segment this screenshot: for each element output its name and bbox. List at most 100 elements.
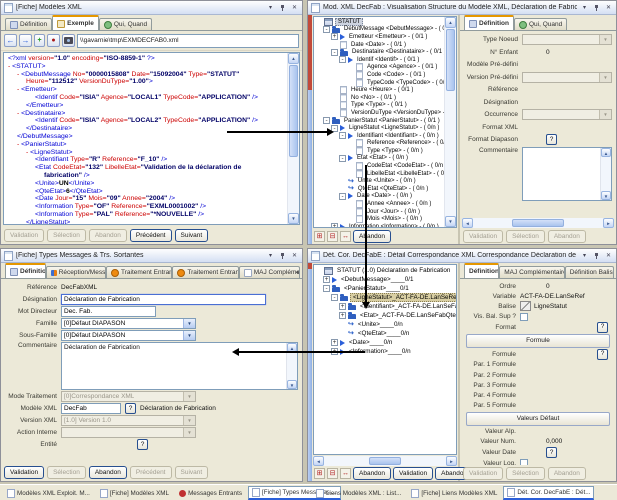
- tab-r-ception-message[interactable]: Réception/Message: [46, 266, 106, 278]
- tree-item[interactable]: -<LigneStatut>_ACT-FA-DE.LanSeRef_C__0/n: [314, 293, 456, 302]
- vis-bal-sup-checkbox[interactable]: [520, 313, 528, 321]
- scroll-right-icon[interactable]: ►: [603, 218, 614, 228]
- taskbar-item-mod-les-xml-exploit-m[interactable]: Modèles XML Exploit. M...: [3, 487, 94, 500]
- expand-toggle-icon[interactable]: -: [323, 26, 330, 33]
- scroll-right-icon[interactable]: ►: [446, 456, 457, 466]
- tree-item[interactable]: -Identif <Identif> - ( 0/1 ): [314, 56, 444, 64]
- tree-item[interactable]: ↪QteEtat <QteEtat> - ( 0/n ): [314, 185, 444, 193]
- validation-button[interactable]: Validation: [4, 466, 44, 479]
- famille-select[interactable]: [0]Défaut DIAPASON▼: [61, 318, 196, 329]
- tree-item[interactable]: Date <Date> - ( 0/1 ): [314, 41, 444, 49]
- tree-item[interactable]: CodeEtat <CodeEtat> - ( 0/n ): [314, 162, 444, 170]
- format-diapason-lookup-button[interactable]: ?: [546, 134, 557, 145]
- expand-toggle-icon[interactable]: +: [331, 339, 338, 346]
- expand-toggle-icon[interactable]: -: [339, 56, 346, 63]
- scroll-left-icon[interactable]: ◄: [462, 218, 473, 228]
- tree-item[interactable]: Mois <Mois> - ( 0/n ): [314, 215, 444, 223]
- abandon-button[interactable]: Abandon: [89, 466, 127, 479]
- commentaire-textarea[interactable]: Déclaration de Fabrication: [62, 343, 286, 389]
- tree-item[interactable]: Jour <Jour> - ( 0/n ): [314, 208, 444, 216]
- expand-toggle-icon[interactable]: +: [339, 303, 346, 310]
- pr-c-dent-button[interactable]: Précédent: [130, 229, 172, 242]
- tree-item[interactable]: STATUT: [314, 18, 444, 26]
- tab-traitement-entrant-1[interactable]: Traitement Entrant (1): [106, 266, 172, 278]
- fit-width-icon[interactable]: ↔: [340, 468, 351, 479]
- forward-button[interactable]: →: [19, 34, 32, 47]
- pin-icon[interactable]: [278, 251, 287, 260]
- scroll-down-icon[interactable]: ▼: [288, 213, 299, 224]
- horizontal-scrollbar[interactable]: ◄ ►: [462, 218, 614, 228]
- expand-toggle-icon[interactable]: -: [331, 49, 338, 56]
- sous-famille-select[interactable]: [0]Défaut DIAPASON▼: [61, 330, 196, 341]
- add-button[interactable]: +: [34, 34, 45, 47]
- tab-d-finition[interactable]: Définition: [5, 18, 52, 30]
- taskbar-item-d-t-cor-decfabe-d-t[interactable]: Dét. Cor. DecFabE : Dét...: [503, 486, 594, 500]
- expand-toggle-icon[interactable]: -: [331, 294, 338, 301]
- tree-item[interactable]: LibelleEtat <LibelleEtat> - ( 0/n ): [314, 170, 444, 178]
- scroll-left-icon[interactable]: ◄: [313, 456, 324, 466]
- snapshot-button[interactable]: [62, 34, 75, 47]
- abandon-button[interactable]: Abandon: [353, 467, 391, 480]
- tree-item[interactable]: Annee <Annee> - ( 0/n ): [314, 200, 444, 208]
- scrollbar-thumb[interactable]: [512, 219, 564, 227]
- tab-exemple[interactable]: Exemple: [52, 15, 99, 30]
- tree-item[interactable]: +<Date>____0/n: [314, 338, 456, 347]
- collapse-all-icon[interactable]: ⊟: [327, 468, 338, 479]
- tree-item[interactable]: +Emetteur <Emetteur> - ( 0/1 ): [314, 33, 444, 41]
- tree-vertical-scrollbar[interactable]: ▲ ▼: [444, 17, 456, 227]
- tree-item[interactable]: Heure <Heure> - ( 0/1 ): [314, 86, 444, 94]
- expand-toggle-icon[interactable]: -: [323, 117, 330, 124]
- close-icon[interactable]: ✕: [290, 251, 299, 260]
- expand-all-icon[interactable]: ⊞: [314, 231, 325, 242]
- tree-item[interactable]: Reference <Reference> - ( 0/n ): [314, 140, 444, 148]
- tree-item[interactable]: -DebutMessage <DebutMessage> - ( 0/1 ): [314, 26, 444, 34]
- tree-item[interactable]: -Date <Date> - ( 0/n ): [314, 193, 444, 201]
- valeur-date-lookup-button[interactable]: ?: [546, 447, 557, 458]
- expand-all-icon[interactable]: ⊞: [314, 468, 325, 479]
- scroll-down-icon[interactable]: ▼: [287, 380, 297, 389]
- scroll-up-icon[interactable]: ▲: [288, 53, 299, 64]
- tree-item[interactable]: ↪<Unite>____0/n: [314, 320, 456, 329]
- close-icon[interactable]: ✕: [604, 251, 613, 260]
- pin-icon[interactable]: [278, 3, 287, 12]
- expand-toggle-icon[interactable]: +: [339, 312, 346, 319]
- tab-maj-compl-mentai[interactable]: MAJ Complémentai: [239, 266, 300, 278]
- pin-icon[interactable]: [592, 251, 601, 260]
- xml-file-path-input[interactable]: \\gavarnie\tmp\EXMDECFAB0.xml: [77, 34, 299, 48]
- chevron-down-icon[interactable]: ▾: [580, 3, 589, 12]
- vertical-scrollbar[interactable]: ▲ ▼: [287, 53, 299, 224]
- tab-qui-quand[interactable]: Qui, Quand: [514, 18, 567, 30]
- scroll-up-icon[interactable]: ▲: [601, 148, 611, 157]
- mod-le-xml-lookup-button[interactable]: ?: [125, 403, 136, 414]
- scroll-down-icon[interactable]: ▼: [601, 191, 611, 200]
- fit-width-icon[interactable]: ↔: [340, 231, 351, 242]
- tree-item[interactable]: No <No> - ( 0/1 ): [314, 94, 444, 102]
- tab-d-finition-balise[interactable]: Définition Balise: [565, 266, 614, 278]
- scrollbar-thumb[interactable]: [446, 29, 455, 91]
- tree-item[interactable]: -<PanierStatut>____0/1: [314, 284, 456, 293]
- expand-toggle-icon[interactable]: +: [331, 223, 338, 227]
- tree-item[interactable]: Type <Type> - ( 0/1 ): [314, 102, 444, 110]
- scroll-up-icon[interactable]: ▲: [445, 17, 456, 28]
- tab-d-finition[interactable]: Définition: [464, 15, 514, 30]
- taskbar-item-messages-entrants[interactable]: Messages Entrants: [175, 488, 246, 499]
- scroll-down-icon[interactable]: ▼: [445, 216, 456, 227]
- close-icon[interactable]: ✕: [604, 3, 613, 12]
- expand-toggle-icon[interactable]: -: [339, 132, 346, 139]
- mot-directeur-input[interactable]: Dec. Fab.: [61, 306, 156, 317]
- chevron-down-icon[interactable]: ▾: [266, 251, 275, 260]
- taskbar-item-liens-mod-les-xml-list[interactable]: Liens Modèles XML : List...: [312, 487, 405, 500]
- entit-lookup-button[interactable]: ?: [137, 439, 148, 450]
- tree-item[interactable]: +<DebutMessage>____0/1: [314, 275, 456, 284]
- close-icon[interactable]: ✕: [290, 3, 299, 12]
- tab-scroll-left-icon[interactable]: ◄: [294, 270, 300, 276]
- textarea-scrollbar[interactable]: ▲▼: [286, 343, 297, 389]
- expand-toggle-icon[interactable]: +: [323, 276, 330, 283]
- tab-d-finition[interactable]: Définition: [5, 263, 46, 278]
- tree-item[interactable]: -PanierStatut <PanierStatut> - ( 0/1 ): [314, 117, 444, 125]
- tab-traitement-entrant-2[interactable]: Traitement Entrant (2): [172, 266, 238, 278]
- tree-item[interactable]: VersionDuType <VersionDuType> - ( 0/1 ): [314, 109, 444, 117]
- chevron-down-icon[interactable]: ▾: [266, 3, 275, 12]
- chevron-down-icon[interactable]: ▾: [580, 251, 589, 260]
- expand-toggle-icon[interactable]: -: [323, 285, 330, 292]
